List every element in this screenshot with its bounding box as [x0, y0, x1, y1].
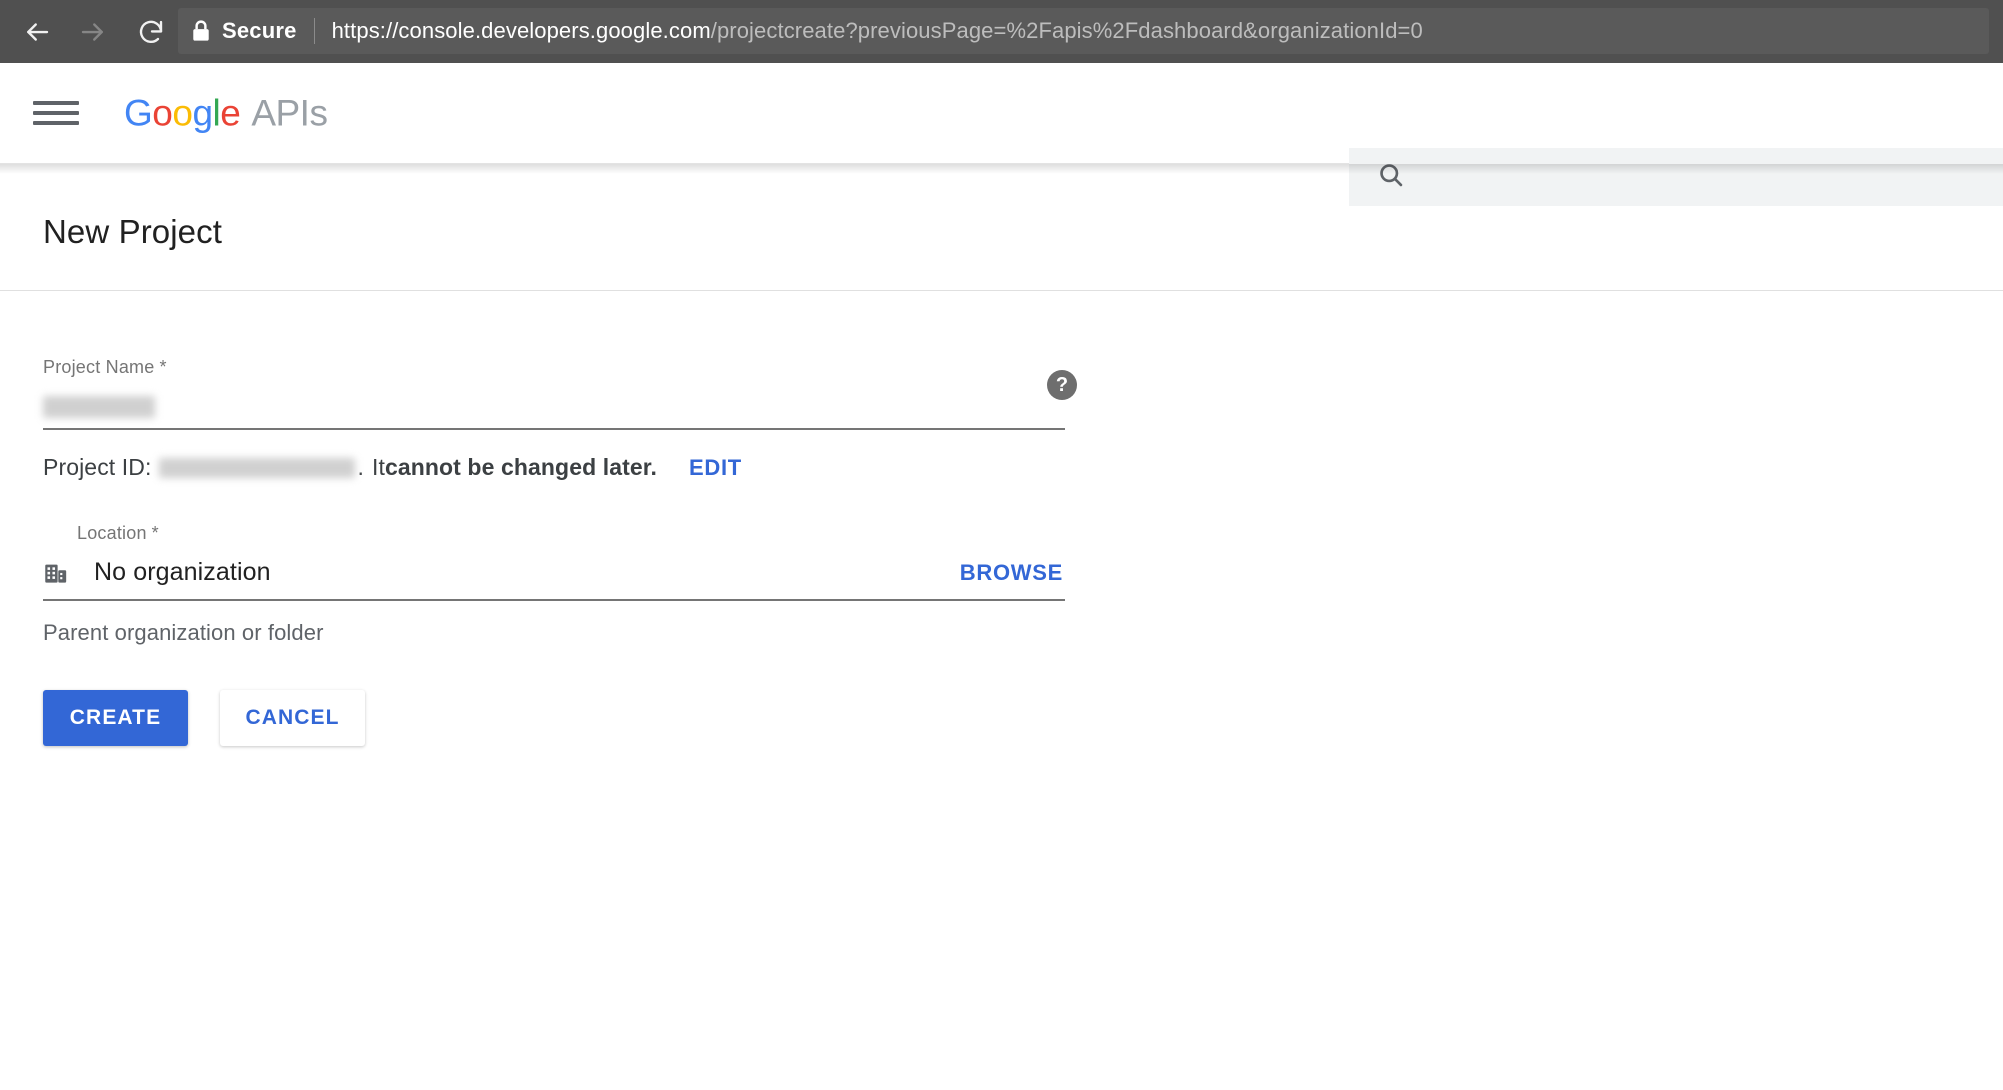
url-text: https://console.developers.google.com/pr…	[332, 18, 1423, 44]
location-field: Location * No organization BROWSE Parent…	[43, 523, 2003, 646]
back-button[interactable]	[14, 9, 60, 55]
logo-letter-o1: o	[152, 92, 173, 134]
location-value-row[interactable]: No organization BROWSE	[43, 558, 1065, 587]
project-name-input-row: ?	[43, 370, 1077, 424]
omnibox-separator	[313, 18, 315, 44]
help-circle-icon[interactable]: ?	[1047, 370, 1077, 400]
browse-location-link[interactable]: BROWSE	[960, 560, 1063, 586]
organization-building-icon	[43, 559, 70, 586]
url-path: /projectcreate?previousPage=%2Fapis%2Fda…	[710, 18, 1423, 43]
reload-button[interactable]	[128, 9, 174, 55]
hamburger-bar	[33, 121, 79, 125]
arrow-right-icon	[78, 17, 108, 47]
logo-letter-g: G	[124, 92, 153, 134]
google-apis-logo[interactable]: Google APIs	[124, 92, 328, 134]
reload-icon	[136, 17, 166, 47]
location-label: Location *	[77, 523, 2003, 544]
project-id-row: Project ID: . It cannot be changed later…	[43, 454, 2003, 481]
hamburger-bar	[33, 101, 79, 105]
location-label-text: Location	[77, 523, 147, 543]
new-project-form: Project Name * ? Project ID: . It cannot …	[0, 291, 2003, 746]
form-actions: CREATE CANCEL	[43, 690, 2003, 746]
logo-letter-g2: g	[192, 92, 213, 134]
project-name-label-text: Project Name	[43, 357, 155, 377]
help-glyph: ?	[1055, 373, 1069, 396]
project-id-period: .	[357, 454, 364, 480]
project-id-redacted-value	[159, 457, 356, 478]
edit-project-id-link[interactable]: EDIT	[689, 455, 742, 481]
url-origin: https://console.developers.google.com	[331, 18, 711, 43]
required-marker: *	[159, 357, 167, 377]
project-name-field: Project Name * ?	[43, 357, 2003, 430]
hamburger-menu-icon[interactable]	[33, 97, 79, 129]
arrow-left-icon	[22, 17, 52, 47]
hamburger-bar	[33, 111, 79, 115]
create-button[interactable]: CREATE	[43, 690, 188, 746]
page-title: New Project	[43, 213, 222, 250]
project-id-note-strong: cannot be changed later.	[384, 454, 658, 480]
address-bar[interactable]: Secure https://console.developers.google…	[178, 8, 1989, 54]
project-id-text: Project ID: . It cannot be changed later…	[43, 454, 2003, 481]
location-helper-text: Parent organization or folder	[43, 620, 324, 645]
app-header: Google APIs	[0, 63, 2003, 206]
forward-button[interactable]	[70, 9, 116, 55]
project-id-prefix: Project ID:	[43, 454, 152, 480]
lock-icon	[192, 20, 210, 42]
project-name-label: Project Name *	[43, 357, 2003, 378]
location-underline	[43, 599, 1065, 601]
location-value: No organization	[94, 558, 271, 586]
logo-suffix-apis: APIs	[251, 92, 328, 134]
required-marker: *	[151, 523, 159, 543]
logo-letter-e: e	[220, 92, 241, 134]
page-title-bar: New Project	[0, 174, 2003, 291]
logo-letter-o2: o	[172, 92, 193, 134]
cancel-button[interactable]: CANCEL	[220, 690, 365, 746]
project-id-note-lead: It	[371, 454, 385, 480]
security-label: Secure	[222, 18, 297, 43]
browser-toolbar: Secure https://console.developers.google…	[0, 0, 2003, 63]
